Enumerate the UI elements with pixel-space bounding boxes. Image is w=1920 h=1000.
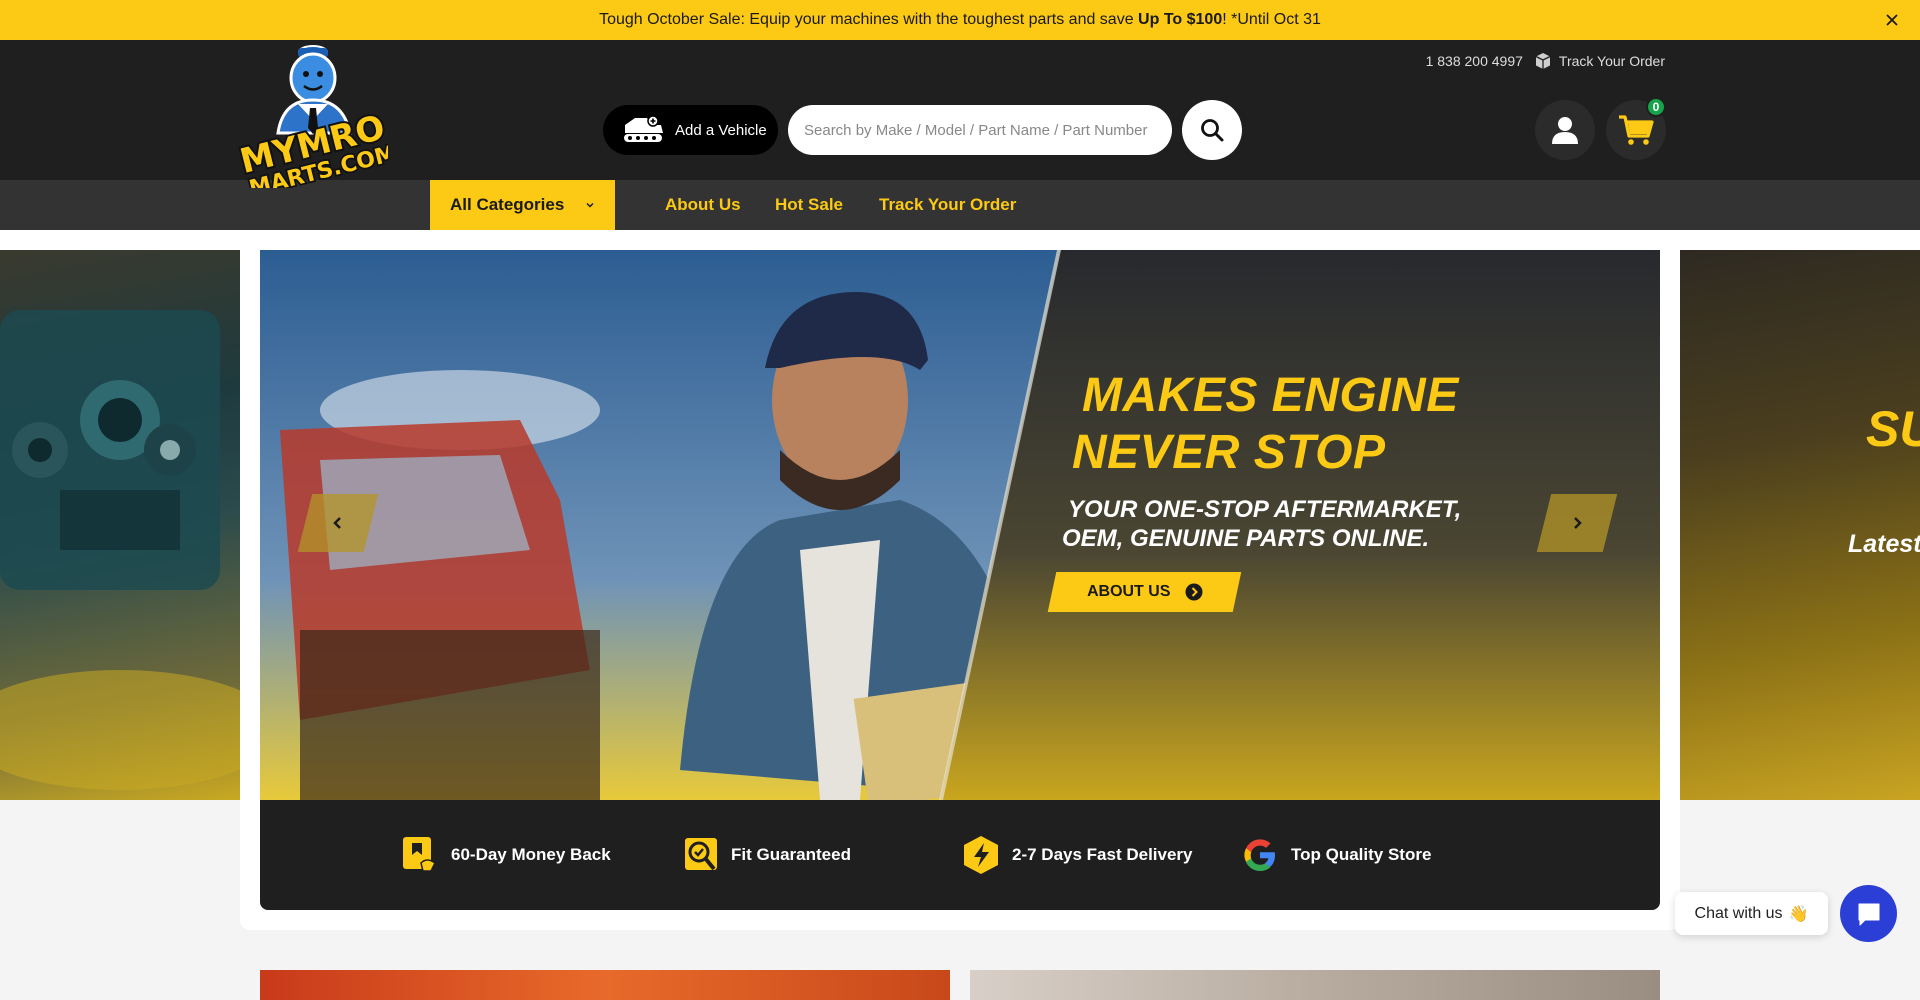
feature-label: Top Quality Store <box>1291 845 1432 864</box>
feature-fit-guaranteed: Fit Guaranteed <box>683 800 851 910</box>
hero-subtitle: YOUR ONE-STOP AFTERMARKET, OEM, GENUINE … <box>1062 495 1462 553</box>
chat-launcher-button[interactable] <box>1840 885 1897 942</box>
chat-label: Chat with us <box>1694 904 1783 922</box>
feature-label: 2-7 Days Fast Delivery <box>1012 845 1193 864</box>
chat-icon <box>1858 903 1879 925</box>
nav-track-order[interactable]: Track Your Order <box>879 180 1016 230</box>
hero-subtitle-line2: OEM, GENUINE PARTS ONLINE. <box>1062 525 1430 552</box>
chevron-down-icon <box>586 202 594 208</box>
feature-fast-delivery: 2-7 Days Fast Delivery <box>962 800 1193 910</box>
add-vehicle-label: Add a Vehicle <box>675 121 767 139</box>
search-input[interactable] <box>788 105 1172 155</box>
topbar-track-order-link[interactable]: Track Your Order <box>1533 51 1665 71</box>
box-icon <box>1535 53 1551 69</box>
announcement-text: Tough October Sale: Equip your machines … <box>599 11 1321 28</box>
excavator-icon <box>624 115 663 142</box>
previous-slide-peek[interactable] <box>0 250 240 800</box>
account-button[interactable] <box>1535 100 1595 160</box>
cart-count-badge: 0 <box>1646 97 1666 117</box>
feature-label: 60-Day Money Back <box>451 845 611 864</box>
hero-title: MAKES ENGINE NEVER STOP <box>1072 367 1459 481</box>
wave-emoji-icon: 👋 <box>1788 905 1809 923</box>
all-categories-label: All Categories <box>450 195 565 214</box>
feature-money-back: 60-Day Money Back <box>401 800 611 910</box>
fit-check-icon <box>685 838 717 871</box>
money-back-icon <box>403 837 436 872</box>
engine-illustration <box>0 310 240 790</box>
features-strip: 60-Day Money Back Fit Guaranteed 2-7 Day… <box>260 800 1660 910</box>
hero-cta-label: ABOUT US <box>1084 583 1172 600</box>
phone-number[interactable]: 1 838 200 4997 <box>1426 53 1523 69</box>
promo-banner-left[interactable] <box>260 970 950 1000</box>
add-vehicle-button[interactable]: Add a Vehicle <box>603 105 778 155</box>
hero-subtitle-line1: YOUR ONE-STOP AFTERMARKET, <box>1068 496 1462 523</box>
user-icon <box>1552 117 1578 144</box>
close-icon[interactable] <box>1882 10 1902 30</box>
track-order-label: Track Your Order <box>1558 53 1665 69</box>
search-icon <box>1201 119 1224 142</box>
google-icon <box>1244 839 1275 871</box>
next-slide-peek[interactable]: SU Latest <box>1680 250 1920 800</box>
hero-title-line1: MAKES ENGINE <box>1082 369 1459 422</box>
search-button[interactable] <box>1182 100 1242 160</box>
nav-about-us[interactable]: About Us <box>665 180 741 230</box>
hero-slide: MAKES ENGINE NEVER STOP YOUR ONE-STOP AF… <box>260 250 1660 800</box>
mymro-logo[interactable]: MYMRO MARTS.COM <box>238 38 388 188</box>
chevron-right-icon <box>1574 517 1582 529</box>
next-slide-title: SU <box>1866 401 1920 457</box>
lightning-icon <box>964 836 998 874</box>
arrow-circle-icon <box>1184 583 1202 601</box>
chat-with-us-bubble[interactable]: Chat with us 👋 <box>1675 892 1828 935</box>
topbar: 1 838 200 4997 Track Your Order <box>1426 51 1665 71</box>
announcement-bar: Tough October Sale: Equip your machines … <box>0 0 1920 40</box>
next-slide-subtitle: Latest <box>1848 530 1920 558</box>
all-categories-dropdown[interactable]: All Categories <box>430 180 615 230</box>
feature-label: Fit Guaranteed <box>731 845 851 864</box>
chevron-left-icon <box>333 517 341 529</box>
feature-top-quality: Top Quality Store <box>1241 800 1431 910</box>
cart-icon <box>1619 115 1654 145</box>
hero-about-us-button[interactable]: ABOUT US <box>1047 572 1242 612</box>
promo-banner-right[interactable] <box>970 970 1660 1000</box>
nav-hot-sale[interactable]: Hot Sale <box>775 180 843 230</box>
hero-title-line2: NEVER STOP <box>1072 426 1386 479</box>
